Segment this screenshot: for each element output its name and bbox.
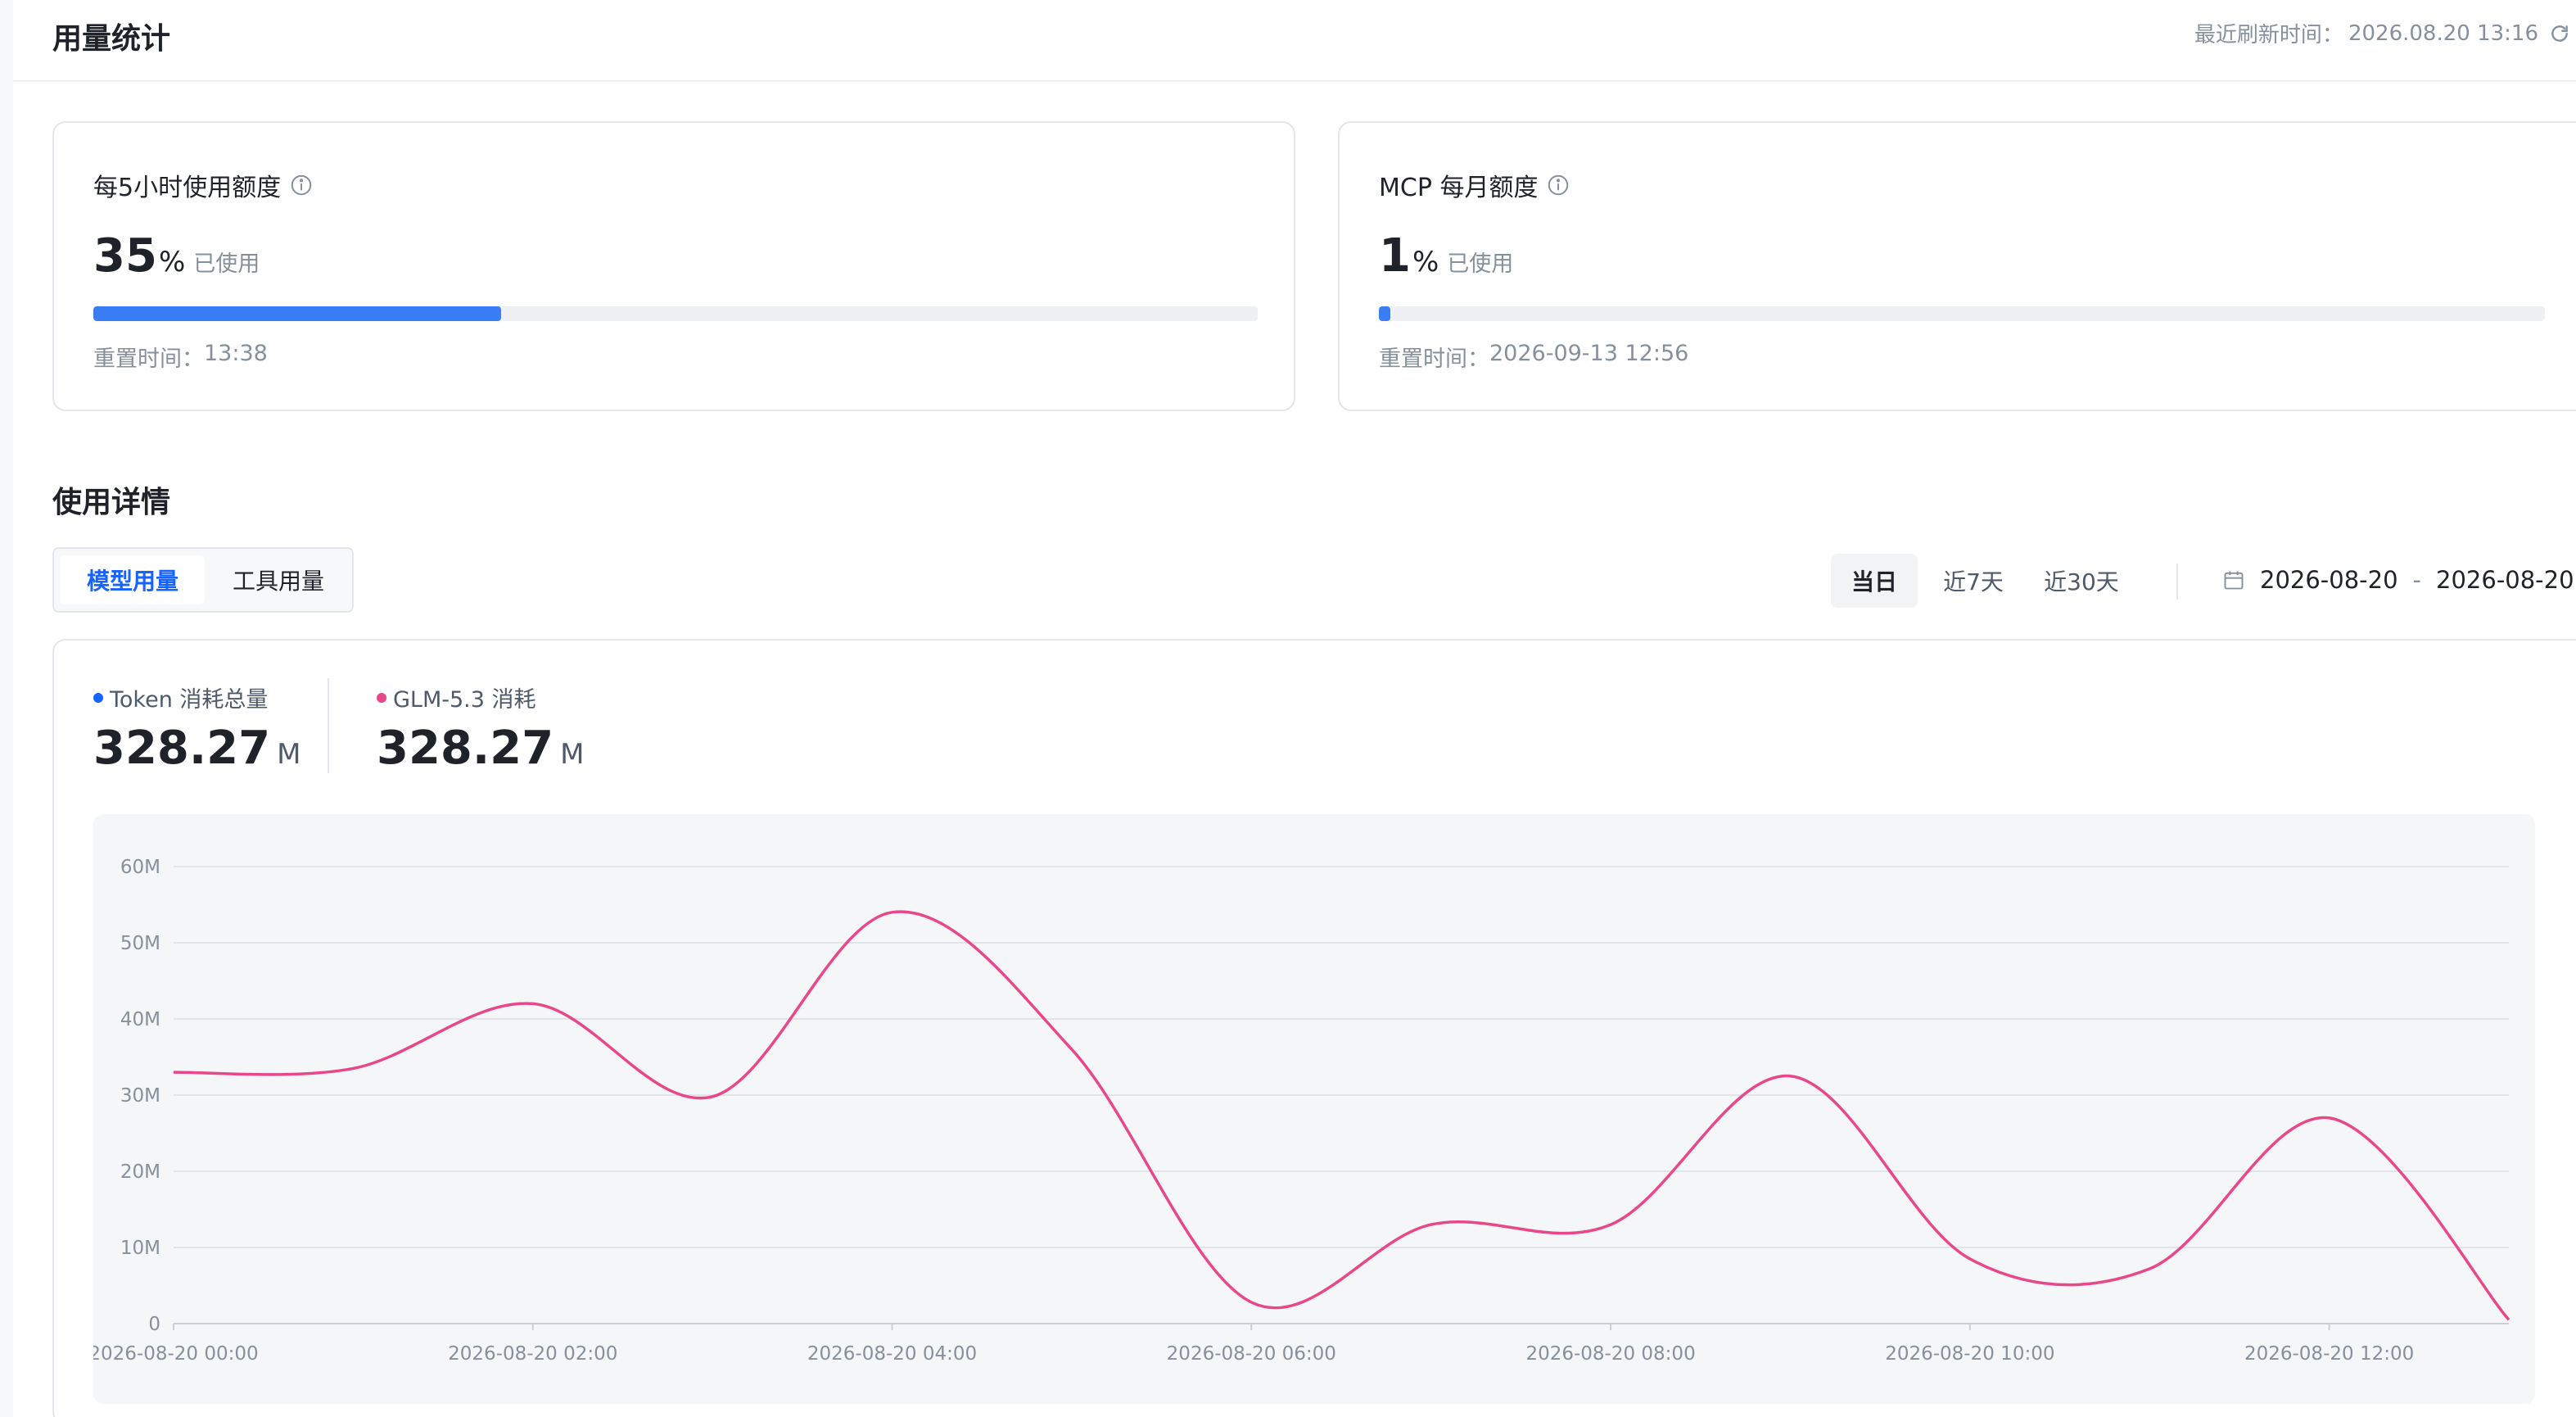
- stat-value: 328.27 M: [377, 722, 584, 775]
- usage-chart-card: Token 消耗总量 328.27 M GLM-5.3 消耗 328.27 M …: [52, 639, 2576, 1417]
- stat-number: 328.27: [93, 722, 271, 775]
- reset-info: 重置时间： 13:38: [93, 341, 268, 373]
- stat-value: 328.27 M: [93, 722, 301, 775]
- x-tick-label: 2026-08-20 04:00: [807, 1343, 977, 1365]
- stat-unit: M: [560, 738, 585, 771]
- stat-label-text: Token 消耗总量: [110, 687, 269, 713]
- reset-label: 重置时间：: [93, 346, 204, 372]
- stat-label: Token 消耗总量: [93, 681, 301, 713]
- quota-progress-track: [1379, 306, 2545, 321]
- quota-value: 1 % 已使用: [1379, 229, 1513, 283]
- quota-title-text: 每5小时使用额度: [93, 174, 282, 202]
- quota-percent: 1: [1379, 229, 1411, 283]
- series-line-glm: [173, 910, 2510, 1321]
- legend-dot: [93, 692, 103, 703]
- info-icon[interactable]: [1546, 173, 1570, 197]
- stat-number: 328.27: [377, 722, 554, 775]
- y-tick-label: 50M: [120, 933, 160, 954]
- chart-plot-area: 0 10M 20M 30M 40M 50M 60M 2026-08-20 00:00 2026-…: [93, 814, 2535, 1404]
- x-tick-label: 2026-08-20 08:00: [1525, 1343, 1695, 1365]
- quota-progress-fill: [93, 306, 501, 321]
- quota-progress-fill: [1379, 306, 1391, 321]
- date-end: 2026-08-20: [2436, 566, 2574, 594]
- range-today-button[interactable]: 当日: [1831, 554, 1918, 608]
- x-tick-label: 2026-08-20 02:00: [448, 1343, 617, 1365]
- quota-percent-unit: %: [1412, 246, 1439, 278]
- quota-title-text: MCP 每月额度: [1379, 174, 1539, 202]
- range-30d-button[interactable]: 近30天: [2031, 554, 2132, 608]
- left-gutter: [0, 0, 13, 1417]
- y-tick-label: 60M: [120, 857, 160, 878]
- stat-unit: M: [277, 738, 301, 771]
- x-tick-label: 2026-08-20 12:00: [2244, 1343, 2414, 1365]
- stat-label-text: GLM-5.3 消耗: [393, 687, 536, 713]
- refresh-time: 2026.08.20 13:16: [2348, 20, 2538, 46]
- quota-used-label: 已使用: [1447, 251, 1514, 277]
- usage-type-switch: 模型用量 工具用量: [52, 547, 354, 613]
- stat-label: GLM-5.3 消耗: [377, 681, 584, 713]
- quota-progress-track: [93, 306, 1258, 321]
- legend-dot: [377, 692, 386, 703]
- date-range-picker[interactable]: 2026-08-20 - 2026-08-20: [2222, 562, 2574, 598]
- quota-value: 35 % 已使用: [93, 229, 260, 283]
- tab-tool-usage[interactable]: 工具用量: [210, 555, 347, 604]
- tab-model-usage[interactable]: 模型用量: [61, 555, 205, 604]
- details-title: 使用详情: [52, 486, 171, 519]
- range-divider: [2176, 564, 2178, 600]
- page-header: 用量统计 最近刷新时间： 2026.08.20 13:16: [13, 0, 2576, 82]
- date-separator: -: [2412, 566, 2422, 594]
- quota-title: 每5小时使用额度: [93, 167, 314, 203]
- x-tick-label: 2026-08-20 10:00: [1885, 1343, 2054, 1365]
- refresh-icon[interactable]: [2543, 21, 2576, 46]
- info-icon[interactable]: [289, 173, 314, 197]
- refresh-label: 最近刷新时间：: [2194, 23, 2343, 48]
- stat-token-total: Token 消耗总量 328.27 M: [93, 681, 301, 775]
- usage-line-chart: 0 10M 20M 30M 40M 50M 60M 2026-08-20 00:00 2026-…: [93, 857, 2510, 1365]
- reset-label: 重置时间：: [1379, 346, 1489, 372]
- y-tick-label: 30M: [120, 1085, 160, 1107]
- y-tick-label: 20M: [120, 1161, 160, 1183]
- y-tick-label: 10M: [120, 1238, 160, 1259]
- quota-percent-unit: %: [158, 246, 186, 278]
- quota-card-mcp: MCP 每月额度 1 % 已使用 重置时间： 2026-09-13 12:56: [1338, 121, 2576, 411]
- quota-card-5h: 每5小时使用额度 35 % 已使用 重置时间： 13:38: [52, 121, 1295, 411]
- reset-info: 重置时间： 2026-09-13 12:56: [1379, 341, 1688, 373]
- x-tick-label: 2026-08-20 06:00: [1167, 1343, 1336, 1365]
- y-tick-label: 0: [148, 1314, 160, 1335]
- stat-divider: [328, 678, 329, 773]
- reset-time: 2026-09-13 12:56: [1489, 341, 1689, 366]
- quota-title: MCP 每月额度: [1379, 167, 1570, 203]
- calendar-icon: [2224, 571, 2244, 590]
- quota-used-label: 已使用: [193, 251, 260, 277]
- refresh-info: 最近刷新时间： 2026.08.20 13:16: [2194, 18, 2576, 48]
- stat-glm: GLM-5.3 消耗 328.27 M: [377, 681, 584, 775]
- reset-time: 13:38: [204, 341, 268, 366]
- y-tick-label: 40M: [120, 1009, 160, 1030]
- range-7d-button[interactable]: 近7天: [1929, 554, 2018, 608]
- x-tick-label: 2026-08-20 00:00: [93, 1343, 259, 1365]
- page-title: 用量统计: [52, 22, 171, 56]
- date-start: 2026-08-20: [2260, 566, 2398, 594]
- quota-percent: 35: [93, 229, 157, 283]
